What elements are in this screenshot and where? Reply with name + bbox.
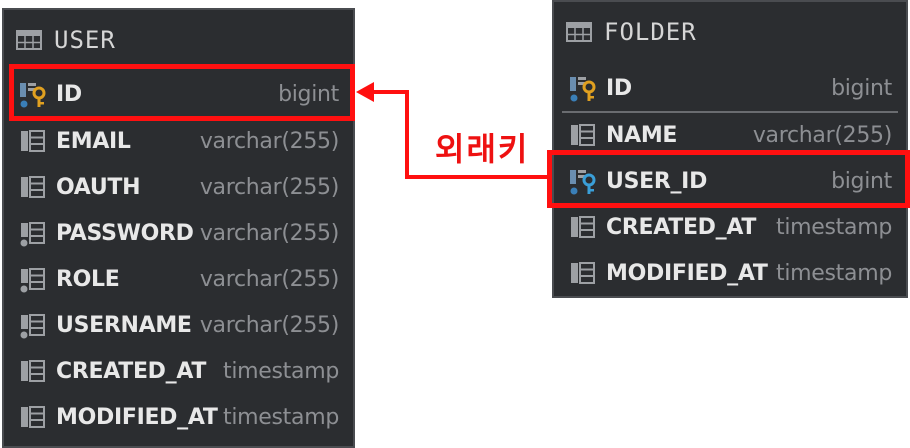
foreign-key-arrow [356, 82, 547, 179]
arrowhead [356, 82, 374, 102]
foreign-key-label: 외래키 [435, 130, 530, 168]
